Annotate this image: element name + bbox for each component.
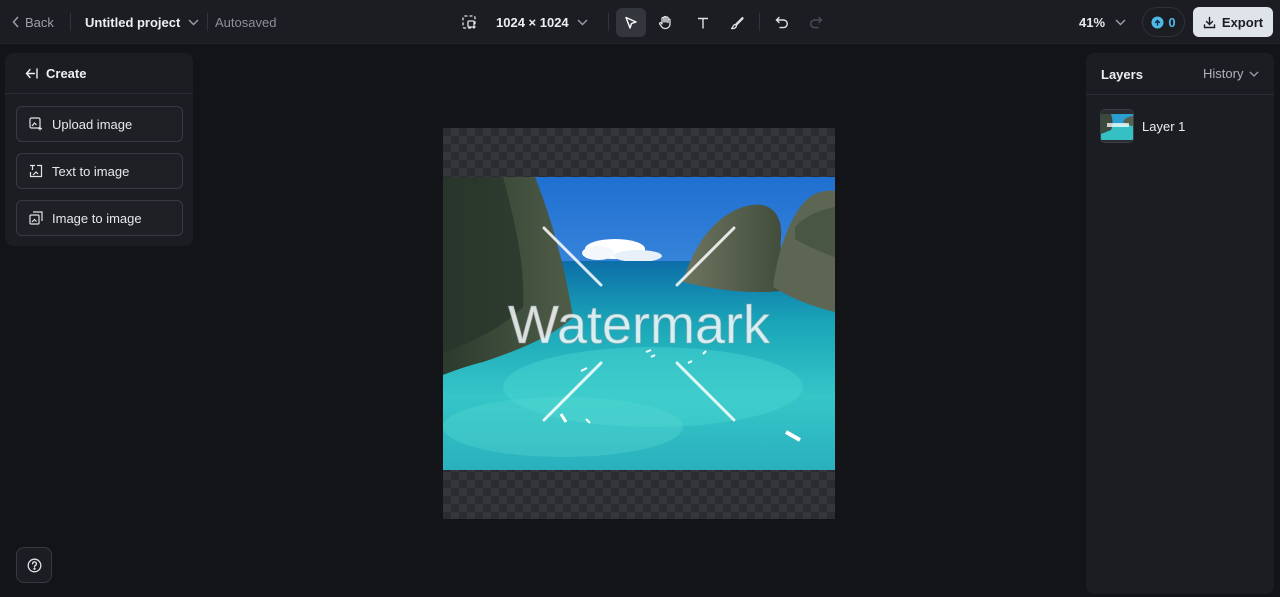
create-panel: Create Upload image Text to image Image …	[5, 53, 193, 246]
chevron-down-icon	[1115, 19, 1126, 26]
brush-tool-button[interactable]	[722, 8, 752, 37]
canvas-dimensions: 1024 × 1024	[496, 14, 569, 30]
redo-button[interactable]	[801, 8, 831, 37]
resize-icon	[462, 15, 476, 29]
cursor-arrow-icon	[624, 16, 638, 30]
project-name-dropdown[interactable]: Untitled project	[85, 0, 199, 44]
credits-button[interactable]: 0	[1142, 7, 1185, 37]
layers-panel: Layers History Layer 1	[1086, 53, 1274, 594]
divider	[70, 13, 71, 31]
top-bar: Back Untitled project Autosaved 1024 × 1…	[0, 0, 1280, 44]
divider	[608, 13, 609, 31]
text-tool-button[interactable]	[688, 8, 718, 37]
zoom-level: 41%	[1079, 14, 1106, 30]
canvas-image[interactable]: Watermark	[443, 177, 835, 470]
image-to-image-icon	[29, 211, 43, 225]
redo-icon	[809, 16, 823, 29]
image-to-image-label: Image to image	[52, 210, 142, 226]
layer-thumbnail	[1100, 109, 1134, 143]
tab-layers[interactable]: Layers	[1101, 67, 1143, 82]
download-icon	[1203, 16, 1216, 29]
hand-tool-button[interactable]	[650, 8, 680, 37]
history-label: History	[1203, 66, 1244, 81]
watermark-text: Watermark	[508, 295, 771, 355]
upload-image-button[interactable]: Upload image	[16, 106, 183, 142]
help-icon	[27, 558, 42, 573]
create-panel-title: Create	[46, 65, 87, 81]
select-tool-button[interactable]	[616, 8, 646, 37]
zoom-dropdown[interactable]: 41%	[1079, 0, 1126, 44]
canvas-size-dropdown[interactable]: 1024 × 1024	[496, 0, 588, 44]
chevron-down-icon	[577, 19, 588, 26]
text-to-image-icon	[29, 164, 43, 178]
export-button[interactable]: Export	[1193, 7, 1273, 37]
layer-name: Layer 1	[1142, 118, 1186, 134]
credit-count: 0	[1168, 14, 1176, 30]
credit-coin-icon	[1151, 16, 1164, 29]
upload-image-icon	[29, 117, 43, 131]
upload-image-label: Upload image	[52, 116, 133, 132]
chevron-down-icon	[188, 19, 199, 26]
text-to-image-button[interactable]: Text to image	[16, 153, 183, 189]
image-to-image-button[interactable]: Image to image	[16, 200, 183, 236]
collapse-panel-icon	[25, 67, 38, 79]
export-label: Export	[1221, 14, 1264, 30]
create-panel-header[interactable]: Create	[5, 53, 193, 94]
chevron-left-icon	[12, 16, 20, 28]
brush-icon	[730, 16, 744, 30]
project-name: Untitled project	[85, 14, 181, 30]
back-label: Back	[25, 14, 54, 30]
save-status: Autosaved	[215, 14, 277, 30]
hand-icon	[658, 15, 673, 30]
back-button[interactable]: Back	[12, 0, 54, 44]
divider	[759, 13, 760, 31]
resize-canvas-button[interactable]	[462, 0, 478, 44]
panel-tabs: Layers History	[1086, 53, 1274, 95]
undo-icon	[775, 16, 789, 29]
divider	[207, 13, 208, 31]
text-icon	[696, 16, 710, 30]
tab-history[interactable]: History	[1203, 66, 1259, 81]
undo-button[interactable]	[767, 8, 797, 37]
help-button[interactable]	[16, 547, 52, 583]
design-canvas[interactable]: Watermark	[443, 128, 835, 519]
text-to-image-label: Text to image	[52, 163, 130, 179]
layer-item[interactable]: Layer 1	[1100, 109, 1260, 143]
chevron-down-icon	[1249, 71, 1259, 77]
